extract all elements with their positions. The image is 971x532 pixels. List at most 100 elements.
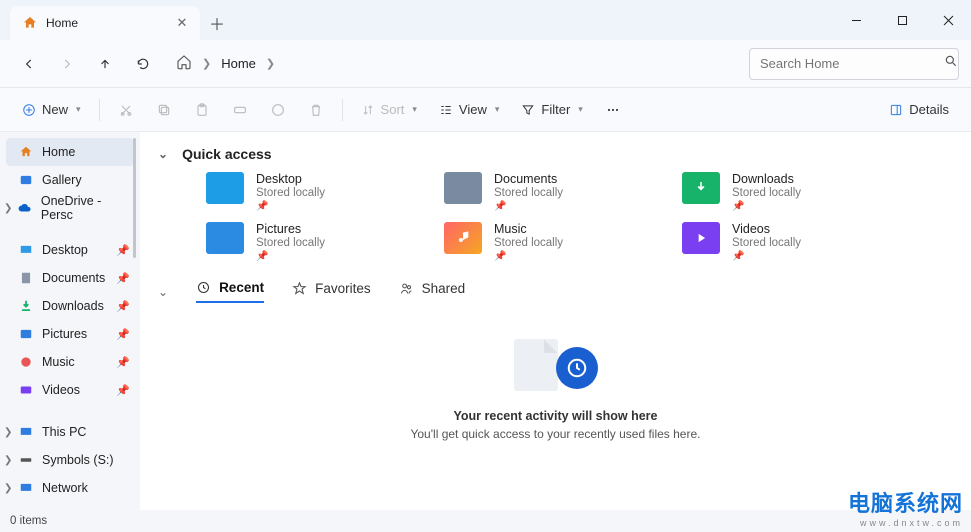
qa-name: Videos [732,222,801,236]
home-icon [22,15,38,31]
toolbar: New▾ Sort▾ View▾ Filter▾ Details [0,88,971,132]
qa-item-documents[interactable]: DocumentsStored locally📌 [444,172,674,212]
pin-icon: 📌 [116,356,130,369]
network-icon [18,480,34,496]
chevron-right-icon[interactable]: ❯ [4,455,12,466]
tab-home[interactable]: Home ✕ [10,6,200,40]
tab-recent[interactable]: Recent [196,280,264,303]
qa-item-videos[interactable]: VideosStored locally📌 [682,222,912,262]
pin-icon: 📌 [116,272,130,285]
sidebar-item-home[interactable]: Home [6,138,134,166]
back-button[interactable] [12,47,46,81]
more-button[interactable] [597,94,629,126]
sidebar-item-label: This PC [42,425,86,439]
cut-button[interactable] [110,94,142,126]
tab-label: Favorites [315,281,371,296]
sidebar-item-pictures[interactable]: Pictures📌 [0,320,140,348]
empty-title: Your recent activity will show here [158,409,953,423]
sidebar-item-documents[interactable]: Documents📌 [0,264,140,292]
filter-button[interactable]: Filter▾ [513,94,590,126]
details-button[interactable]: Details [881,94,957,126]
chevron-right-icon: ❯ [266,57,275,70]
search-icon[interactable] [944,54,958,73]
rename-button[interactable] [224,94,256,126]
sidebar-item-label: Network [42,481,88,495]
new-button[interactable]: New▾ [14,94,89,126]
qa-sub: Stored locally [732,237,801,249]
quick-access-title: Quick access [182,146,272,162]
watermark-url: www.dnxtw.com [848,518,963,528]
qa-name: Desktop [256,172,325,186]
close-tab-icon[interactable]: ✕ [174,15,190,31]
delete-button[interactable] [300,94,332,126]
forward-button[interactable] [50,47,84,81]
quick-access-grid: DesktopStored locally📌 DocumentsStored l… [206,172,953,262]
tab-label: Recent [219,280,264,295]
quick-access-header[interactable]: ⌄ Quick access [158,146,953,162]
folder-icon [206,222,244,254]
qa-name: Downloads [732,172,801,186]
chevron-down-icon[interactable]: ⌄ [158,285,168,299]
tab-favorites[interactable]: Favorites [292,281,371,302]
search-input[interactable] [760,56,936,71]
item-count: 0 items [10,515,47,527]
main-content: ⌄ Quick access DesktopStored locally📌 Do… [140,132,971,510]
home-icon [176,54,192,73]
close-window-button[interactable] [925,0,971,40]
sidebar-item-network[interactable]: ❯ Network [0,474,140,502]
sidebar-item-gallery[interactable]: Gallery [0,166,140,194]
empty-subtitle: You'll get quick access to your recently… [158,427,953,441]
refresh-button[interactable] [126,47,160,81]
qa-sub: Stored locally [494,187,563,199]
home-icon [18,144,34,160]
sort-button[interactable]: Sort▾ [353,94,425,126]
breadcrumb-home[interactable]: Home [221,56,256,71]
pin-icon: 📌 [256,251,325,262]
watermark-text: 电脑系统网 [848,486,963,518]
music-icon [18,354,34,370]
sidebar-item-desktop[interactable]: Desktop📌 [0,236,140,264]
qa-item-downloads[interactable]: DownloadsStored locally📌 [682,172,912,212]
sidebar-item-label: Videos [42,383,80,397]
pin-icon: 📌 [116,328,130,341]
search-box[interactable] [749,48,959,80]
view-button[interactable]: View▾ [431,94,507,126]
copy-button[interactable] [148,94,180,126]
sidebar-item-downloads[interactable]: Downloads📌 [0,292,140,320]
sidebar-item-videos[interactable]: Videos📌 [0,376,140,404]
new-label: New [42,102,68,117]
sidebar-item-label: Symbols (S:) [42,453,114,467]
tab-shared[interactable]: Shared [399,281,466,302]
empty-state: Your recent activity will show here You'… [158,339,953,441]
pc-icon [18,424,34,440]
paste-button[interactable] [186,94,218,126]
chevron-down-icon[interactable]: ⌄ [158,147,168,161]
chevron-right-icon[interactable]: ❯ [4,483,12,494]
maximize-button[interactable] [879,0,925,40]
sidebar-item-thispc[interactable]: ❯ This PC [0,418,140,446]
sidebar-item-onedrive[interactable]: ❯OneDrive - Persc [0,194,140,222]
window-controls [833,0,971,40]
clock-icon [556,347,598,389]
sidebar-item-symbols[interactable]: ❯ Symbols (S:) [0,446,140,474]
pin-icon: 📌 [256,201,325,212]
pin-icon: 📌 [494,251,563,262]
sidebar-item-music[interactable]: Music📌 [0,348,140,376]
separator [342,99,343,121]
qa-item-music[interactable]: MusicStored locally📌 [444,222,674,262]
up-button[interactable] [88,47,122,81]
qa-item-pictures[interactable]: PicturesStored locally📌 [206,222,436,262]
document-icon [514,339,558,391]
minimize-button[interactable] [833,0,879,40]
qa-item-desktop[interactable]: DesktopStored locally📌 [206,172,436,212]
empty-illustration [514,339,598,395]
breadcrumb[interactable]: ❯ Home ❯ [176,54,745,73]
chevron-right-icon[interactable]: ❯ [4,203,12,214]
status-bar: 0 items [0,510,971,532]
filter-label: Filter [541,102,570,117]
share-button[interactable] [262,94,294,126]
qa-sub: Stored locally [732,187,801,199]
chevron-right-icon[interactable]: ❯ [4,427,12,438]
new-tab-button[interactable]: ＋ [200,6,234,40]
drive-icon [18,452,34,468]
